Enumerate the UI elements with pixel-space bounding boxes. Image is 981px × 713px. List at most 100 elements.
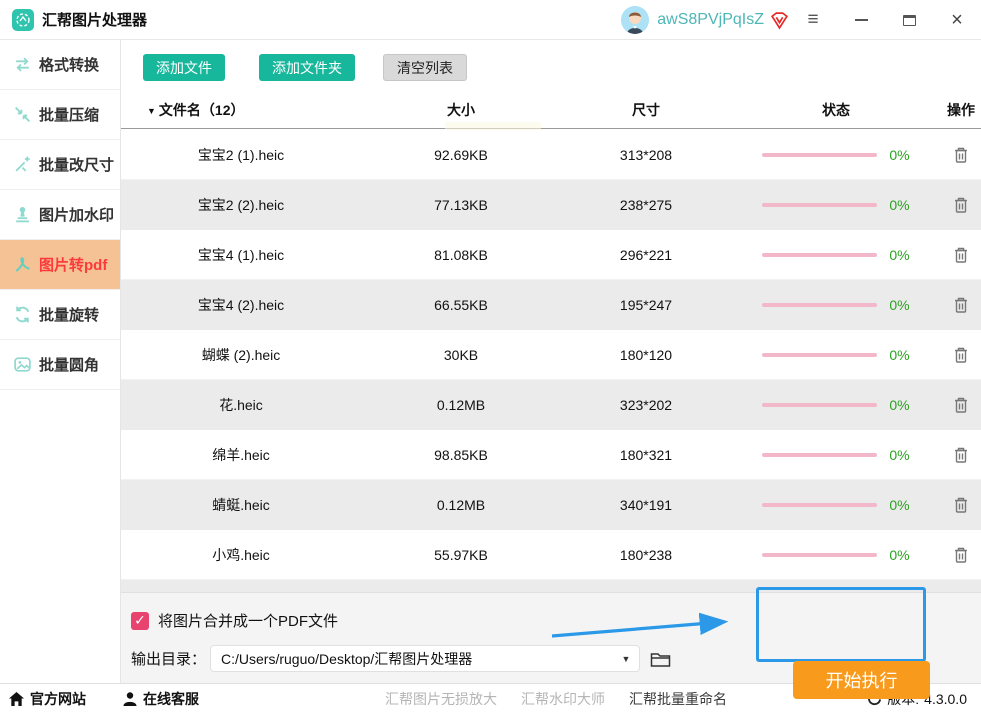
bottom-panel: ✓ 将图片合并成一个PDF文件 输出目录： C:/Users/ruguo/Des… (121, 593, 981, 683)
delete-file-button[interactable] (951, 244, 971, 266)
close-icon: × (951, 9, 963, 32)
sidebar-item-add-watermark[interactable]: 图片加水印 (0, 190, 120, 240)
file-table-header: ▼文件名（12） 大小 尺寸 状态 操作 (121, 92, 981, 129)
watermark-master-link[interactable]: 汇帮水印大师 (521, 689, 605, 709)
trash-icon (953, 296, 969, 314)
partial-row (121, 580, 981, 593)
file-name: 蝴蝶 (2).heic (121, 345, 361, 365)
official-site-link[interactable]: 官方网站 (8, 689, 86, 709)
sidebar-label: 批量圆角 (39, 354, 99, 375)
maximize-button[interactable] (885, 0, 933, 40)
delete-file-button[interactable] (951, 444, 971, 466)
online-service-link[interactable]: 在线客服 (122, 689, 199, 709)
file-name: 宝宝2 (2).heic (121, 195, 361, 215)
table-row[interactable]: 宝宝2 (2).heic 77.13KB 238*275 0% (121, 180, 981, 230)
sidebar-item-batch-rotate[interactable]: 批量旋转 (0, 290, 120, 340)
delete-file-button[interactable] (951, 394, 971, 416)
app-title: 汇帮图片处理器 (42, 9, 147, 30)
progress-percent: 0% (889, 497, 909, 513)
merge-option-row: ✓ 将图片合并成一个PDF文件 (131, 610, 338, 631)
delete-file-button[interactable] (951, 294, 971, 316)
progress-bar (762, 503, 877, 507)
sidebar-item-batch-round-corner[interactable]: 批量圆角 (0, 340, 120, 390)
sidebar-item-image-to-pdf[interactable]: 图片转pdf (0, 240, 120, 290)
delete-file-button[interactable] (951, 144, 971, 166)
progress-bar (762, 453, 877, 457)
status-cell: 0% (731, 347, 941, 363)
progress-percent: 0% (889, 247, 909, 263)
sidebar-label: 批量压缩 (39, 104, 99, 125)
app-logo-icon (12, 9, 34, 31)
progress-bar (762, 403, 877, 407)
add-folder-button[interactable]: 添加文件夹 (259, 54, 355, 81)
browse-folder-button[interactable] (650, 650, 671, 668)
file-dimensions: 180*238 (561, 547, 731, 563)
progress-percent: 0% (889, 147, 909, 163)
file-dimensions: 180*321 (561, 447, 731, 463)
main-content: 添加文件 添加文件夹 清空列表 ▼文件名（12） 大小 尺寸 状态 操作 宝宝2… (121, 40, 981, 683)
customer-service-icon (122, 691, 138, 707)
menu-button[interactable]: ≡ (789, 0, 837, 40)
merge-pdf-checkbox[interactable]: ✓ (131, 612, 149, 630)
trash-icon (953, 496, 969, 514)
batch-rename-link[interactable]: 汇帮批量重命名 (629, 689, 727, 709)
output-directory-select[interactable]: C:/Users/ruguo/Desktop/汇帮图片处理器 ▼ (210, 645, 640, 672)
delete-file-button[interactable] (951, 194, 971, 216)
progress-percent: 0% (889, 197, 909, 213)
progress-bar (762, 203, 877, 207)
vip-badge-icon[interactable] (770, 11, 789, 30)
minimize-icon (855, 19, 868, 21)
column-header-status: 状态 (731, 100, 941, 120)
merge-pdf-label: 将图片合并成一个PDF文件 (158, 610, 338, 631)
table-row[interactable]: 小鸡.heic 55.97KB 180*238 0% (121, 530, 981, 580)
add-files-button[interactable]: 添加文件 (143, 54, 225, 81)
file-size: 92.69KB (361, 147, 561, 163)
table-row[interactable]: 蝴蝶 (2).heic 30KB 180*120 0% (121, 330, 981, 380)
table-row[interactable]: 宝宝2 (1).heic 92.69KB 313*208 0% (121, 130, 981, 180)
chevron-down-icon[interactable]: ▼ (613, 654, 639, 664)
add-watermark-icon (12, 205, 32, 225)
username[interactable]: awS8PVjPqIsZ (657, 11, 764, 29)
sidebar-item-format-convert[interactable]: 格式转换 (0, 40, 120, 90)
delete-file-button[interactable] (951, 494, 971, 516)
start-execute-button[interactable]: 开始执行 (793, 661, 930, 699)
delete-file-button[interactable] (951, 544, 971, 566)
file-dimensions: 195*247 (561, 297, 731, 313)
user-avatar[interactable] (621, 6, 649, 34)
progress-percent: 0% (889, 447, 909, 463)
progress-bar (762, 353, 877, 357)
sidebar-item-batch-resize[interactable]: 批量改尺寸 (0, 140, 120, 190)
status-cell: 0% (731, 447, 941, 463)
file-name: 宝宝4 (2).heic (121, 295, 361, 315)
trash-icon (953, 246, 969, 264)
delete-file-button[interactable] (951, 344, 971, 366)
table-row[interactable]: 宝宝4 (1).heic 81.08KB 296*221 0% (121, 230, 981, 280)
close-button[interactable]: × (933, 0, 981, 40)
lossless-upscale-link[interactable]: 汇帮图片无损放大 (385, 689, 497, 709)
sidebar-item-batch-compress[interactable]: 批量压缩 (0, 90, 120, 140)
sidebar: 格式转换 批量压缩 批量改尺寸 图片加水印 图片转pdf (0, 40, 121, 683)
home-icon (8, 691, 25, 707)
table-row[interactable]: 蜻蜓.heic 0.12MB 340*191 0% (121, 480, 981, 530)
column-header-filename[interactable]: ▼文件名（12） (121, 100, 361, 120)
table-row[interactable]: 绵羊.heic 98.85KB 180*321 0% (121, 430, 981, 480)
file-size: 66.55KB (361, 297, 561, 313)
sidebar-label: 批量旋转 (39, 304, 99, 325)
output-directory-path: C:/Users/ruguo/Desktop/汇帮图片处理器 (211, 649, 613, 669)
file-name: 小鸡.heic (121, 545, 361, 565)
batch-rotate-icon (12, 305, 32, 325)
status-cell: 0% (731, 297, 941, 313)
hamburger-icon: ≡ (807, 9, 818, 31)
minimize-button[interactable] (837, 0, 885, 40)
clear-list-button[interactable]: 清空列表 (383, 54, 467, 81)
progress-percent: 0% (889, 547, 909, 563)
table-row[interactable]: 宝宝4 (2).heic 66.55KB 195*247 0% (121, 280, 981, 330)
sidebar-label: 图片转pdf (39, 254, 107, 275)
batch-resize-icon (12, 155, 32, 175)
status-cell: 0% (731, 397, 941, 413)
sidebar-label: 图片加水印 (39, 204, 114, 225)
table-row[interactable]: 花.heic 0.12MB 323*202 0% (121, 380, 981, 430)
trash-icon (953, 196, 969, 214)
progress-bar (762, 153, 877, 157)
progress-percent: 0% (889, 297, 909, 313)
